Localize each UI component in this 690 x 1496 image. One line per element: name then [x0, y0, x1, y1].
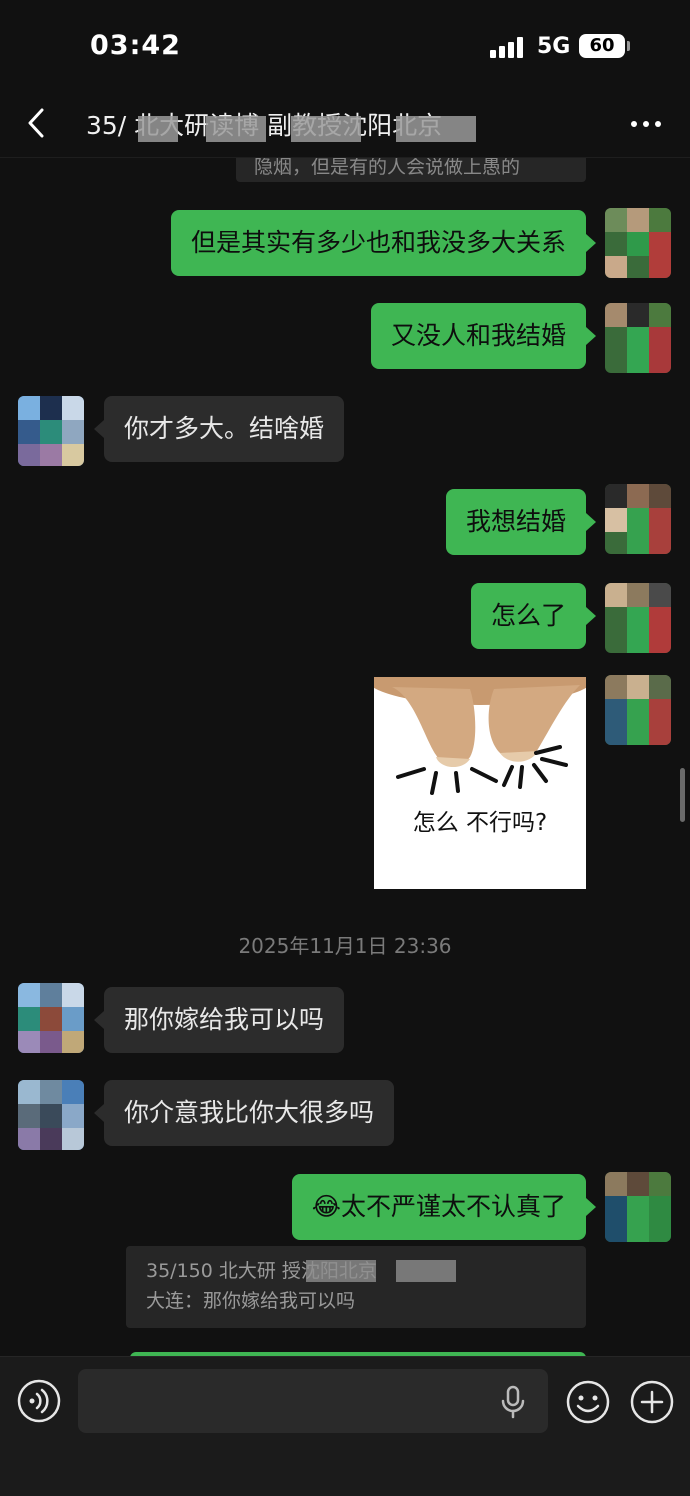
input-bar: [0, 1356, 690, 1496]
message-bubble-outgoing[interactable]: 怎么了: [470, 583, 597, 649]
signal-icon: [490, 36, 526, 58]
voice-mode-icon[interactable]: [17, 1379, 61, 1423]
message-text: 怎么了: [490, 601, 566, 630]
microphone-icon[interactable]: [500, 1385, 526, 1419]
quoted-message[interactable]: 35/150 北大研 授沈阳北京 大连：那你嫁给我可以吗: [126, 1246, 586, 1328]
message-text: 但是其实有多少也和我没多大关系: [190, 228, 566, 257]
contact-avatar[interactable]: [18, 983, 84, 1053]
message-bubble-incoming[interactable]: 你才多大。结啥婚: [93, 396, 345, 462]
message-text: 你才多大。结啥婚: [124, 414, 325, 443]
battery-tip: [627, 41, 630, 51]
bear-paws-illustration: [374, 677, 586, 795]
message-text: 你介意我比你大很多吗: [124, 1098, 375, 1127]
my-avatar[interactable]: [605, 484, 671, 554]
message-timestamp: 2025年11月1日 23:36: [238, 934, 452, 958]
plus-icon[interactable]: [629, 1379, 675, 1425]
scrollbar[interactable]: [680, 768, 685, 822]
message-input[interactable]: [78, 1369, 548, 1433]
message-bubble-incoming[interactable]: 你介意我比你大很多吗: [93, 1080, 395, 1146]
emoji-icon: 😂: [311, 1192, 341, 1221]
message-text: 我想结婚: [465, 507, 566, 536]
quoted-message[interactable]: 隐烟，但是有的人会说做上愚的: [236, 158, 586, 182]
quote-redaction: [396, 1260, 456, 1282]
message-bubble-outgoing[interactable]: 又没人和我结婚: [370, 303, 597, 369]
message-text: 那你嫁给我可以吗: [124, 1005, 325, 1034]
my-avatar[interactable]: [605, 583, 671, 653]
quoted-message-text: 大连：那你嫁给我可以吗: [146, 1290, 356, 1312]
contact-avatar[interactable]: [18, 396, 84, 466]
message-text: 又没人和我结婚: [390, 321, 566, 350]
contact-avatar[interactable]: [18, 1080, 84, 1150]
title-redaction: [138, 116, 178, 142]
my-avatar[interactable]: [605, 208, 671, 278]
message-text: 太不严谨太不认真了: [340, 1192, 566, 1221]
status-bar: 03:42 5G 60: [0, 0, 690, 90]
more-dots-icon[interactable]: [630, 120, 662, 128]
battery-icon: 60: [579, 34, 625, 58]
sticker-image[interactable]: 怎么 不行吗?: [374, 677, 586, 889]
network-type: 5G: [537, 34, 571, 59]
message-bubble-incoming[interactable]: 那你嫁给我可以吗: [93, 987, 345, 1053]
title-redaction: [206, 116, 266, 142]
message-bubble-outgoing[interactable]: 但是其实有多少也和我没多大关系: [170, 210, 597, 276]
quote-redaction: [306, 1260, 376, 1282]
sticker-caption: 怎么 不行吗?: [412, 810, 548, 836]
chat-title[interactable]: 35/ 北大研读博 副教授沈阳北京: [86, 106, 606, 142]
message-bubble-outgoing[interactable]: 😂太不严谨太不认真了: [291, 1174, 597, 1240]
my-avatar[interactable]: [605, 1172, 671, 1242]
message-bubble-outgoing[interactable]: 我想结婚: [445, 489, 597, 555]
my-avatar[interactable]: [605, 675, 671, 745]
title-redaction: [291, 116, 361, 142]
status-time: 03:42: [90, 30, 181, 61]
my-avatar[interactable]: [605, 303, 671, 373]
message-list[interactable]: 隐烟，但是有的人会说做上愚的 但是其实有多少也和我没多大关系 又没人和我结婚 你…: [0, 158, 690, 1356]
title-redaction: [396, 116, 476, 142]
chat-header: 35/ 北大研读博 副教授沈阳北京: [0, 90, 690, 158]
chevron-left-icon[interactable]: [22, 106, 52, 140]
emoji-icon[interactable]: [565, 1379, 611, 1425]
